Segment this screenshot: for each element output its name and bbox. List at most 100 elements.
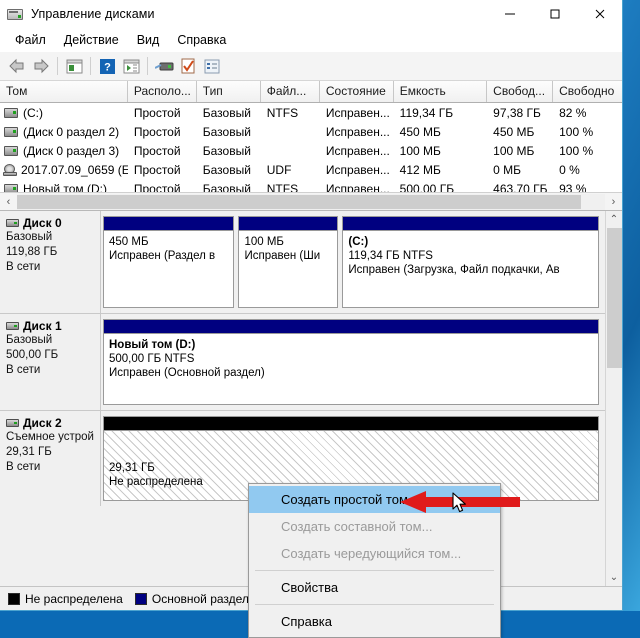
cell-volume: (Диск 0 раздел 2) [0,125,128,139]
volume-icon [4,183,18,192]
column-header-status[interactable]: Состояние [320,81,394,102]
menu-help[interactable]: Справка [168,30,235,50]
rescan-disks-icon[interactable] [152,54,176,78]
cell-filesystem: NTFS [266,181,299,193]
column-header-type[interactable]: Тип [197,81,261,102]
scroll-down-icon[interactable]: ⌄ [606,569,623,586]
cell-volume: (Диск 0 раздел 3) [0,144,128,158]
legend-swatch-primary [134,592,147,605]
disk-info-2[interactable]: Диск 2 Съемное устрой 29,31 ГБ В сети [0,411,101,506]
disk-state-label: В сети [6,261,41,273]
scroll-track[interactable] [605,228,622,569]
legend-label-primary: Основной раздел [151,591,249,606]
toolbar-separator [147,57,148,75]
cell-layout: Простой [133,124,181,139]
cell-volume: Новый том (D:) [0,182,128,192]
partition-block[interactable]: (C:) 119,34 ГБ NTFS Исправен (Загрузка, … [342,216,599,308]
minimize-button[interactable] [487,0,532,28]
cell-capacity: 500,00 ГБ [399,181,455,193]
disk-name-label: Диск 1 [23,319,62,333]
scroll-up-icon[interactable]: ⌃ [606,211,623,228]
cell-type: Базовый [202,105,251,120]
legend-swatch-unallocated [8,592,20,605]
cell-free-percent: 82 % [559,105,587,120]
cell-type: Базовый [202,162,251,177]
table-row[interactable]: 2017.07.09_0659 (E:) Простой Базовый UDF… [0,160,622,179]
cell-capacity: 412 МБ [399,162,441,177]
disk-info-1[interactable]: Диск 1 Базовый 500,00 ГБ В сети [0,314,101,410]
table-row[interactable]: (Диск 0 раздел 2) Простой Базовый Исправ… [0,122,622,141]
partition-block[interactable]: 450 МБ Исправен (Раздел в [103,216,235,308]
context-menu-item-create-striped-volume: Создать чередующийся том... [281,546,462,561]
partition-color-bar [343,217,598,231]
volume-list-horizontal-scrollbar[interactable]: ‹ › [0,192,622,210]
legend-item-primary: Основной раздел [134,591,249,606]
disk-partitions-1: Новый том (D:) 500,00 ГБ NTFS Исправен (… [101,314,605,410]
column-header-volume[interactable]: Том [0,81,128,102]
title-bar[interactable]: Управление дисками [0,0,622,28]
legend-label-unallocated: Не распределена [25,591,123,606]
partition-size: 500,00 ГБ NTFS [109,353,195,365]
cell-capacity: 119,34 ГБ [399,105,454,120]
cell-filesystem: UDF [266,162,292,177]
cell-volume-label: (C:) [23,105,43,120]
partition-body: (C:) 119,34 ГБ NTFS Исправен (Загрузка, … [343,231,598,307]
column-header-capacity[interactable]: Емкость [394,81,488,102]
show-action-pane-icon[interactable] [119,54,143,78]
context-menu-item-help[interactable]: Справка [249,608,500,635]
list-view-icon[interactable] [200,54,224,78]
partition-block[interactable]: Новый том (D:) 500,00 ГБ NTFS Исправен (… [103,319,599,405]
menu-file[interactable]: Файл [6,30,55,50]
cell-volume-label: 2017.07.09_0659 (E:) [21,162,128,177]
column-header-filesystem[interactable]: Файл... [261,81,320,102]
menu-view[interactable]: Вид [128,30,169,50]
table-row[interactable]: (C:) Простой Базовый NTFS Исправен... 11… [0,103,622,122]
scroll-track[interactable] [17,193,605,210]
cell-free-percent: 93 % [559,181,587,193]
table-row[interactable]: (Диск 0 раздел 3) Простой Базовый Исправ… [0,141,622,160]
graphical-view-vertical-scrollbar[interactable]: ⌃ ⌄ [605,211,622,586]
partition-color-bar [104,217,234,231]
window-controls [487,0,622,28]
disk-name-label: Диск 0 [23,216,62,230]
show-hide-console-tree-icon[interactable] [62,54,86,78]
partition-status: Исправен (Раздел в [109,250,216,262]
help-icon[interactable]: ? [95,54,119,78]
menu-bar: Файл Действие Вид Справка [0,28,622,52]
context-menu-item-create-spanned-volume: Создать составной том... [281,519,433,534]
cell-type: Базовый [202,124,251,139]
mouse-pointer [452,492,466,513]
scroll-right-icon[interactable]: › [605,193,622,210]
column-header-free-percent[interactable]: Свободно [553,81,622,102]
partition-color-bar [104,417,598,431]
disk-info-0[interactable]: Диск 0 Базовый 119,88 ГБ В сети [0,211,101,313]
disk-type-label: Базовый [6,231,53,243]
column-header-free-space[interactable]: Свобод... [487,81,554,102]
scroll-thumb[interactable] [606,228,622,368]
column-header-layout[interactable]: Располо... [128,81,197,102]
disk-row-1[interactable]: Диск 1 Базовый 500,00 ГБ В сети Новый то… [0,314,605,411]
properties-icon[interactable] [176,54,200,78]
partition-block[interactable]: 100 МБ Исправен (Ши [238,216,339,308]
forward-icon[interactable] [29,54,53,78]
disk-name-label: Диск 2 [23,416,62,430]
cell-volume: 2017.07.09_0659 (E:) [0,163,128,177]
menu-action[interactable]: Действие [55,30,128,50]
context-menu-item-properties[interactable]: Свойства [249,574,500,601]
close-button[interactable] [577,0,622,28]
back-icon[interactable] [5,54,29,78]
disk-icon [6,219,19,227]
partition-body: 450 МБ Исправен (Раздел в [104,231,234,307]
partition-size: 29,31 ГБ [109,462,155,474]
disk-icon [6,322,19,330]
scroll-left-icon[interactable]: ‹ [0,193,17,210]
scroll-thumb[interactable] [17,194,582,209]
disk-management-icon [7,7,23,21]
disk-title-2: Диск 2 [6,416,100,430]
maximize-button[interactable] [532,0,577,28]
cell-type: Базовый [202,181,251,193]
disk-size-label: 119,88 ГБ [6,246,58,258]
table-row[interactable]: Новый том (D:) Простой Базовый NTFS Испр… [0,179,622,192]
disk-row-0[interactable]: Диск 0 Базовый 119,88 ГБ В сети 450 МБ И… [0,211,605,314]
cell-status: Исправен... [325,143,390,158]
